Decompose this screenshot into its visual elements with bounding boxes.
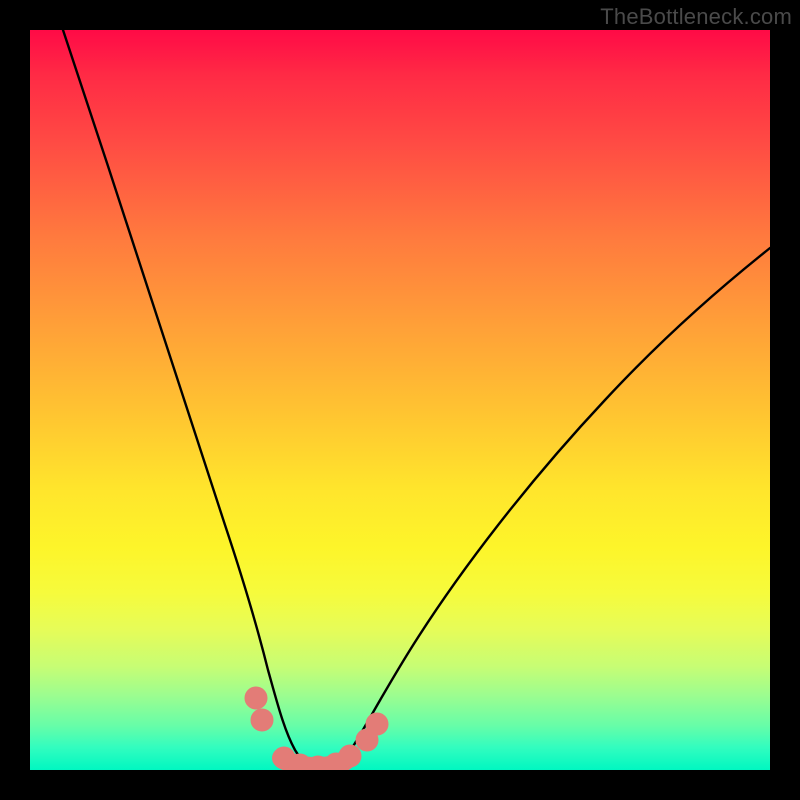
curve-left-limb bbox=[63, 30, 322, 767]
watermark-text: TheBottleneck.com bbox=[600, 4, 792, 30]
bottleneck-curve-svg bbox=[30, 30, 770, 770]
gradient-plot-area bbox=[30, 30, 770, 770]
bead-left-upper bbox=[245, 687, 267, 709]
bead-right-upper bbox=[366, 713, 388, 735]
bead-cluster bbox=[245, 687, 388, 770]
bead-trough-5 bbox=[339, 745, 361, 767]
bead-left-lower bbox=[251, 709, 273, 731]
outer-frame: TheBottleneck.com bbox=[0, 0, 800, 800]
curve-right-limb bbox=[322, 248, 770, 767]
